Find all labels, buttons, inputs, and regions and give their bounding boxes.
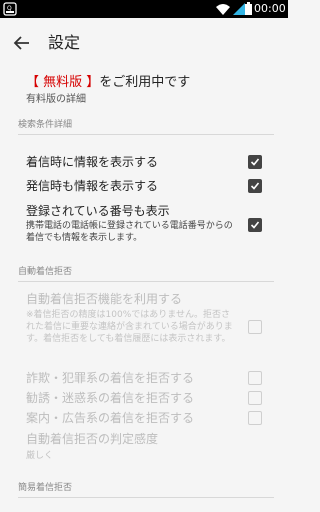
section-divider [18,134,274,135]
setting-label: 自動着信拒否の判定感度 [26,432,159,446]
auto-reject-checkbox[interactable] [248,320,262,334]
checkmark-icon [250,221,260,229]
setting-reject-fraud[interactable]: 詐欺・犯罪系の着信を拒否する [0,369,288,389]
setting-label: 発信時も情報を表示する [26,179,159,193]
plan-status-text: 【 無料版 】をご利用中です [26,74,190,92]
checkmark-icon [250,182,260,190]
battery-icon [245,2,252,15]
registered-numbers-checkbox[interactable] [248,218,262,232]
back-arrow-icon[interactable] [12,33,32,53]
paid-version-details-link[interactable]: 有料版の詳細 [26,93,86,107]
setting-label: 詐欺・犯罪系の着信を拒否する [26,371,195,385]
section-divider [18,497,274,498]
plan-name: 無料版 [43,75,83,90]
setting-label: 案内・広告系の着信を拒否する [26,411,195,425]
reject-ads-checkbox[interactable] [248,411,262,425]
setting-outgoing-info[interactable]: 発信時も情報を表示する [0,176,288,198]
outgoing-info-checkbox[interactable] [248,179,262,193]
setting-incoming-info[interactable]: 着信時に情報を表示する [0,152,288,174]
setting-description: 携帯電話の電話帳に登録されている電話番号からの着信でも情報を表示します。 [26,221,233,243]
wifi-icon [216,4,230,15]
section-header-simple-reject: 簡易着信拒否 [18,483,73,493]
section-header-search: 検索条件詳細 [18,120,73,130]
checkmark-icon [250,158,260,166]
plan-suffix: をご利用中です [99,75,191,90]
settings-list: 【 無料版 】をご利用中です 有料版の詳細 検索条件詳細 着信時に情報を表示する… [0,68,288,512]
section-divider [18,281,274,282]
svg-text:Q: Q [7,5,12,12]
signal-icon [233,3,245,15]
setting-label: 勧誘・迷惑系の着信を拒否する [26,391,195,405]
incoming-info-checkbox[interactable] [248,155,262,169]
status-clock: 00:00 [254,2,286,15]
page-title: 設定 [48,33,81,52]
setting-description: ※着信拒否の精度は100%ではありません。拒否された着信に重要な連絡が含まれてい… [26,310,233,344]
setting-auto-reject-enable[interactable]: 自動着信拒否機能を利用する ※着信拒否の精度は100%ではありません。拒否された… [0,289,288,361]
setting-registered-numbers[interactable]: 登録されている番号も表示 携帯電話の電話帳に登録されている電話番号からの着信でも… [0,201,288,249]
setting-value: 厳しく [26,451,54,461]
setting-label: 登録されている番号も表示 [26,204,170,218]
setting-reject-solicit[interactable]: 勧誘・迷惑系の着信を拒否する [0,389,288,409]
setting-label: 着信時に情報を表示する [26,155,159,169]
plan-bracket-close: 】 [82,75,100,90]
reject-fraud-checkbox[interactable] [248,371,262,385]
setting-reject-ads[interactable]: 案内・広告系の着信を拒否する [0,409,288,429]
app-notification-icon: Q [3,2,17,16]
setting-label: 自動着信拒否機能を利用する [26,292,183,306]
plan-bracket-open: 【 [26,75,44,90]
app-bar: 設定 [0,18,288,68]
setting-reject-sensitivity[interactable]: 自動着信拒否の判定感度 厳しく [0,430,288,464]
reject-solicit-checkbox[interactable] [248,391,262,405]
status-bar: Q 00:00 [0,0,288,18]
section-header-auto-reject: 自動着信拒否 [18,267,73,277]
